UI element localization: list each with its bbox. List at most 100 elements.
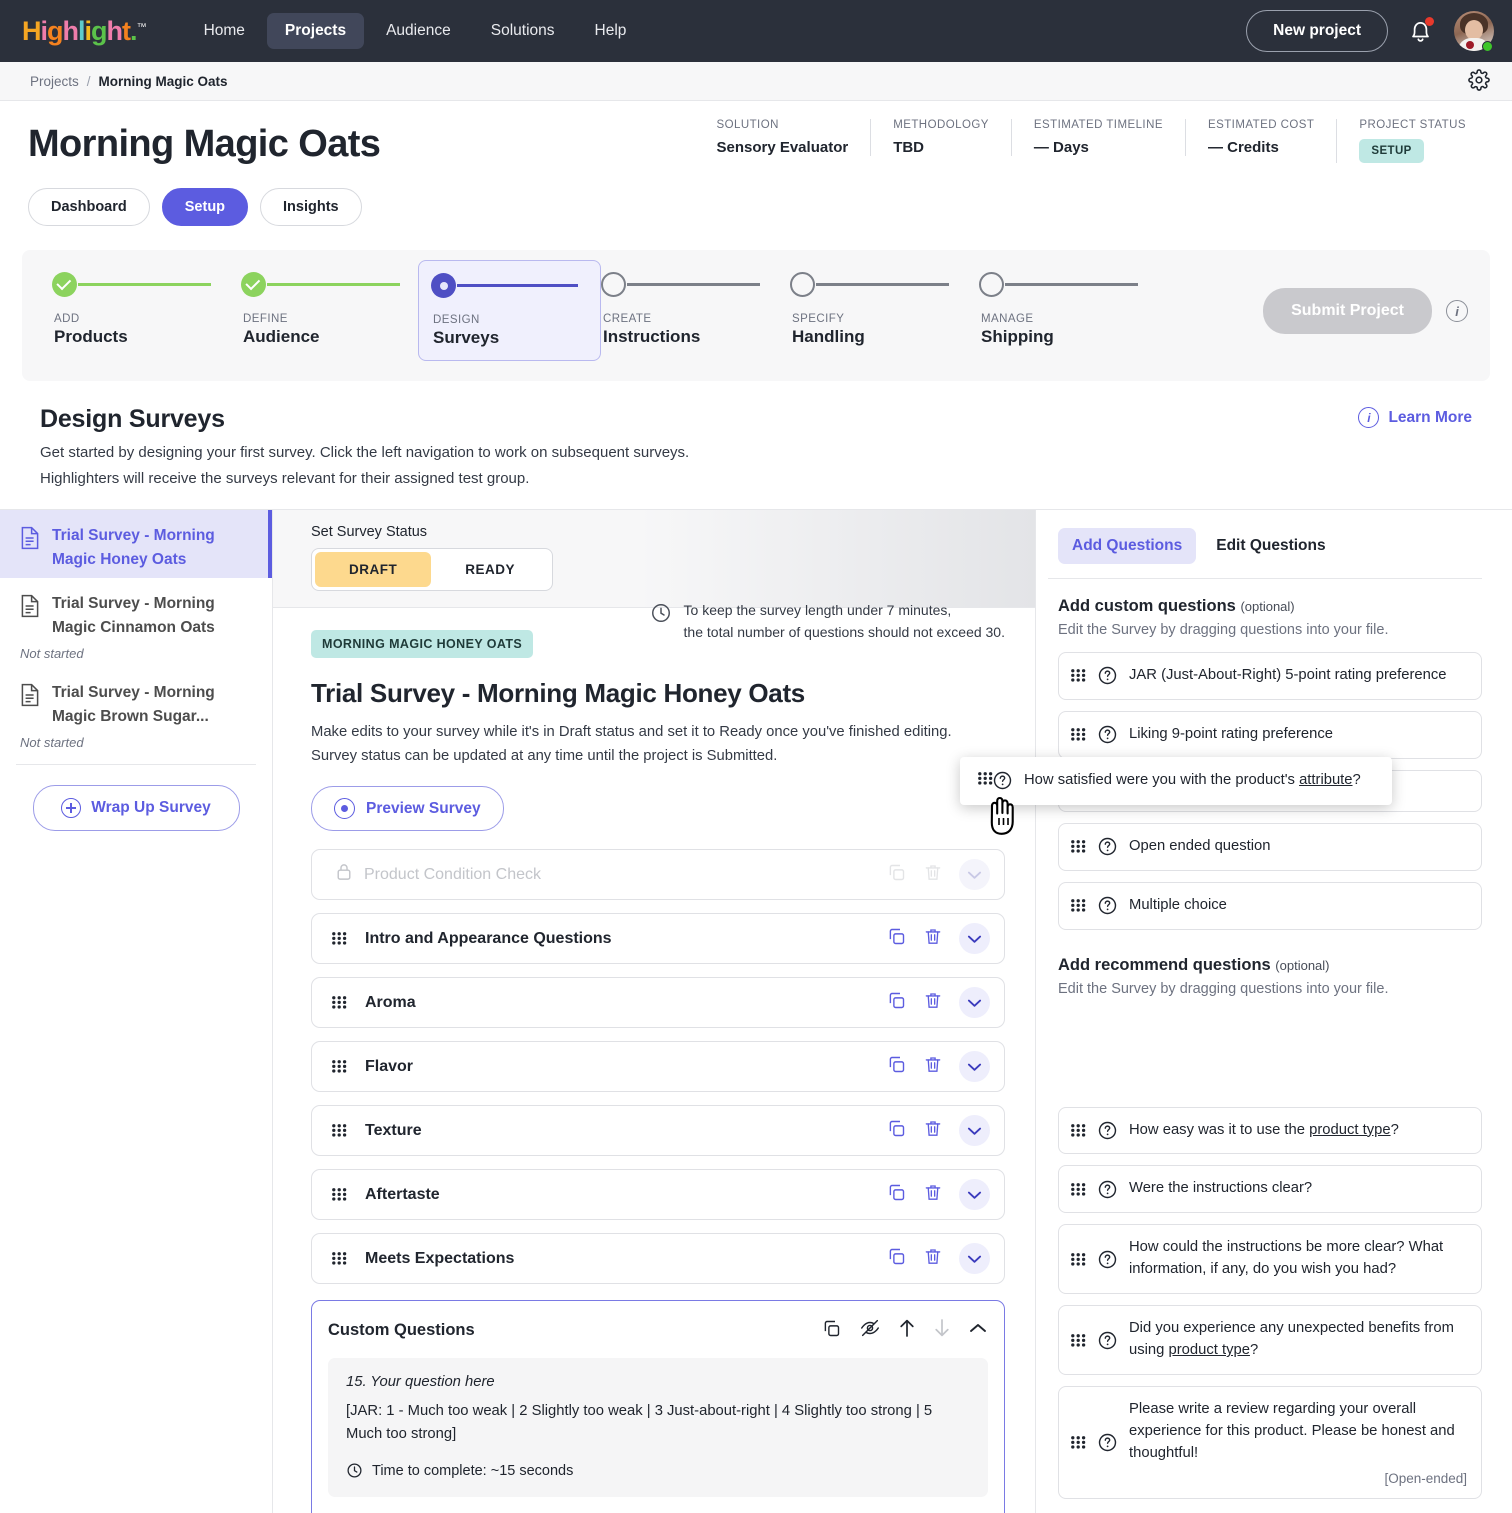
- stepper-step-handling[interactable]: SPECIFY Handling: [790, 272, 979, 347]
- stepper-step-audience[interactable]: DEFINE Audience: [241, 272, 430, 347]
- eye-icon: [334, 798, 355, 819]
- move-down-icon: [933, 1317, 951, 1344]
- question-row[interactable]: Aftertaste: [311, 1169, 1005, 1220]
- delete-icon[interactable]: [923, 1246, 943, 1272]
- add-recommend-questions-optional: (optional): [1275, 958, 1329, 973]
- tab-dashboard[interactable]: Dashboard: [28, 188, 150, 226]
- survey-status-toggle[interactable]: DRAFTREADY: [311, 548, 553, 591]
- expand-icon[interactable]: [959, 1179, 990, 1210]
- copy-icon[interactable]: [886, 926, 907, 952]
- project-header: Morning Magic Oats SOLUTION Sensory Eval…: [0, 101, 1512, 226]
- expand-icon[interactable]: [959, 1051, 990, 1082]
- question-library-card[interactable]: How easy was it to use the product type?: [1058, 1107, 1482, 1155]
- question-library-card[interactable]: How could the instructions be more clear…: [1058, 1224, 1482, 1294]
- info-icon[interactable]: i: [1446, 300, 1468, 322]
- stepper-step-instructions[interactable]: CREATE Instructions: [601, 272, 790, 347]
- stepper-step-shipping[interactable]: MANAGE Shipping: [979, 272, 1168, 347]
- drag-handle-icon[interactable]: [1071, 728, 1086, 741]
- question-library-card[interactable]: Were the instructions clear?: [1058, 1165, 1482, 1213]
- preview-survey-button[interactable]: Preview Survey: [311, 786, 504, 831]
- meta-value: TBD: [893, 139, 989, 156]
- question-row[interactable]: Aroma: [311, 977, 1005, 1028]
- status-option-draft[interactable]: DRAFT: [315, 552, 431, 587]
- breadcrumb-projects-link[interactable]: Projects: [30, 74, 79, 89]
- tab-insights[interactable]: Insights: [260, 188, 362, 226]
- question-row[interactable]: Flavor: [311, 1041, 1005, 1092]
- dragged-question-ghost[interactable]: How satisfied were you with the product'…: [960, 757, 1392, 805]
- question-limit-note: To keep the survey length under 7 minute…: [650, 600, 1005, 643]
- status-option-ready[interactable]: READY: [431, 552, 549, 587]
- question-library-card[interactable]: JAR (Just-About-Right) 5-point rating pr…: [1058, 652, 1482, 700]
- sidebar-item-survey[interactable]: Trial Survey - Morning Magic Brown Sugar…: [0, 667, 272, 735]
- drag-handle-icon[interactable]: [1071, 1253, 1086, 1266]
- delete-icon[interactable]: [923, 1182, 943, 1208]
- help-icon: [1098, 896, 1117, 915]
- nav-link-help[interactable]: Help: [577, 13, 645, 49]
- drag-handle-icon[interactable]: [332, 1060, 347, 1073]
- learn-more-link[interactable]: i Learn More: [1358, 407, 1472, 428]
- copy-icon[interactable]: [886, 1182, 907, 1208]
- sidebar-item-survey[interactable]: Trial Survey - Morning Magic Cinnamon Oa…: [0, 578, 272, 646]
- delete-icon[interactable]: [923, 990, 943, 1016]
- copy-icon[interactable]: [886, 1246, 907, 1272]
- tab-setup[interactable]: Setup: [162, 188, 248, 226]
- nav-link-audience[interactable]: Audience: [368, 13, 469, 49]
- app-logo[interactable]: Highlight.™: [22, 16, 146, 47]
- stepper-node-icon: [601, 272, 626, 297]
- drag-handle-icon[interactable]: [332, 932, 347, 945]
- delete-icon[interactable]: [923, 1118, 943, 1144]
- copy-icon[interactable]: [886, 990, 907, 1016]
- hide-eye-icon[interactable]: [859, 1317, 881, 1344]
- bell-icon[interactable]: [1408, 17, 1434, 45]
- nav-link-home[interactable]: Home: [186, 13, 263, 49]
- stepper-node-icon: [241, 272, 266, 297]
- new-project-button[interactable]: New project: [1246, 10, 1388, 52]
- nav-link-projects[interactable]: Projects: [267, 13, 364, 49]
- nav-link-solutions[interactable]: Solutions: [473, 13, 573, 49]
- question-library-card[interactable]: Did you experience any unexpected benefi…: [1058, 1305, 1482, 1375]
- copy-icon[interactable]: [886, 1054, 907, 1080]
- question-library-card[interactable]: Liking 9-point rating preference: [1058, 711, 1482, 759]
- expand-icon[interactable]: [959, 987, 990, 1018]
- stepper-step-products[interactable]: ADD Products: [52, 272, 241, 347]
- copy-icon[interactable]: [821, 1318, 842, 1344]
- delete-icon[interactable]: [923, 926, 943, 952]
- question-row-actions: [886, 987, 990, 1018]
- drag-handle-icon[interactable]: [332, 1252, 347, 1265]
- stepper-connector: [627, 283, 760, 286]
- drag-handle-icon[interactable]: [1071, 1124, 1086, 1137]
- drag-handle-icon[interactable]: [1071, 1436, 1086, 1449]
- drag-handle-icon[interactable]: [1071, 1334, 1086, 1347]
- sidebar-survey-name: Trial Survey - Morning Magic Honey Oats: [52, 524, 258, 572]
- drag-handle-icon[interactable]: [332, 1188, 347, 1201]
- expand-icon[interactable]: [959, 1115, 990, 1146]
- tab-edit-questions[interactable]: Edit Questions: [1202, 528, 1339, 564]
- question-row[interactable]: Intro and Appearance Questions: [311, 913, 1005, 964]
- top-right-controls: New project: [1246, 10, 1494, 52]
- question-library-card[interactable]: Open ended question: [1058, 823, 1482, 871]
- drag-handle-icon[interactable]: [332, 1124, 347, 1137]
- question-library-card[interactable]: Please write a review regarding your ove…: [1058, 1386, 1482, 1499]
- stepper-step-surveys[interactable]: DESIGN Surveys: [418, 260, 601, 361]
- sidebar-item-survey[interactable]: Trial Survey - Morning Magic Honey Oats: [0, 510, 272, 578]
- move-up-icon[interactable]: [898, 1317, 916, 1344]
- locked-question-name: Product Condition Check: [364, 866, 541, 884]
- question-library-card[interactable]: Multiple choice: [1058, 882, 1482, 930]
- drag-handle-icon[interactable]: [332, 996, 347, 1009]
- drag-handle-icon[interactable]: [1071, 840, 1086, 853]
- submit-project-button[interactable]: Submit Project: [1263, 288, 1432, 334]
- drag-handle-icon[interactable]: [1071, 1183, 1086, 1196]
- drag-handle-icon[interactable]: [978, 772, 993, 790]
- collapse-icon[interactable]: [968, 1321, 988, 1340]
- drag-handle-icon[interactable]: [1071, 899, 1086, 912]
- question-row[interactable]: Texture: [311, 1105, 1005, 1156]
- expand-icon[interactable]: [959, 1243, 990, 1274]
- expand-icon[interactable]: [959, 923, 990, 954]
- copy-icon[interactable]: [886, 1118, 907, 1144]
- question-row[interactable]: Meets Expectations: [311, 1233, 1005, 1284]
- gear-icon[interactable]: [1468, 69, 1490, 94]
- tab-add-questions[interactable]: Add Questions: [1058, 528, 1196, 564]
- wrap-up-survey-button[interactable]: Wrap Up Survey: [33, 785, 240, 831]
- drag-handle-icon[interactable]: [1071, 669, 1086, 682]
- delete-icon[interactable]: [923, 1054, 943, 1080]
